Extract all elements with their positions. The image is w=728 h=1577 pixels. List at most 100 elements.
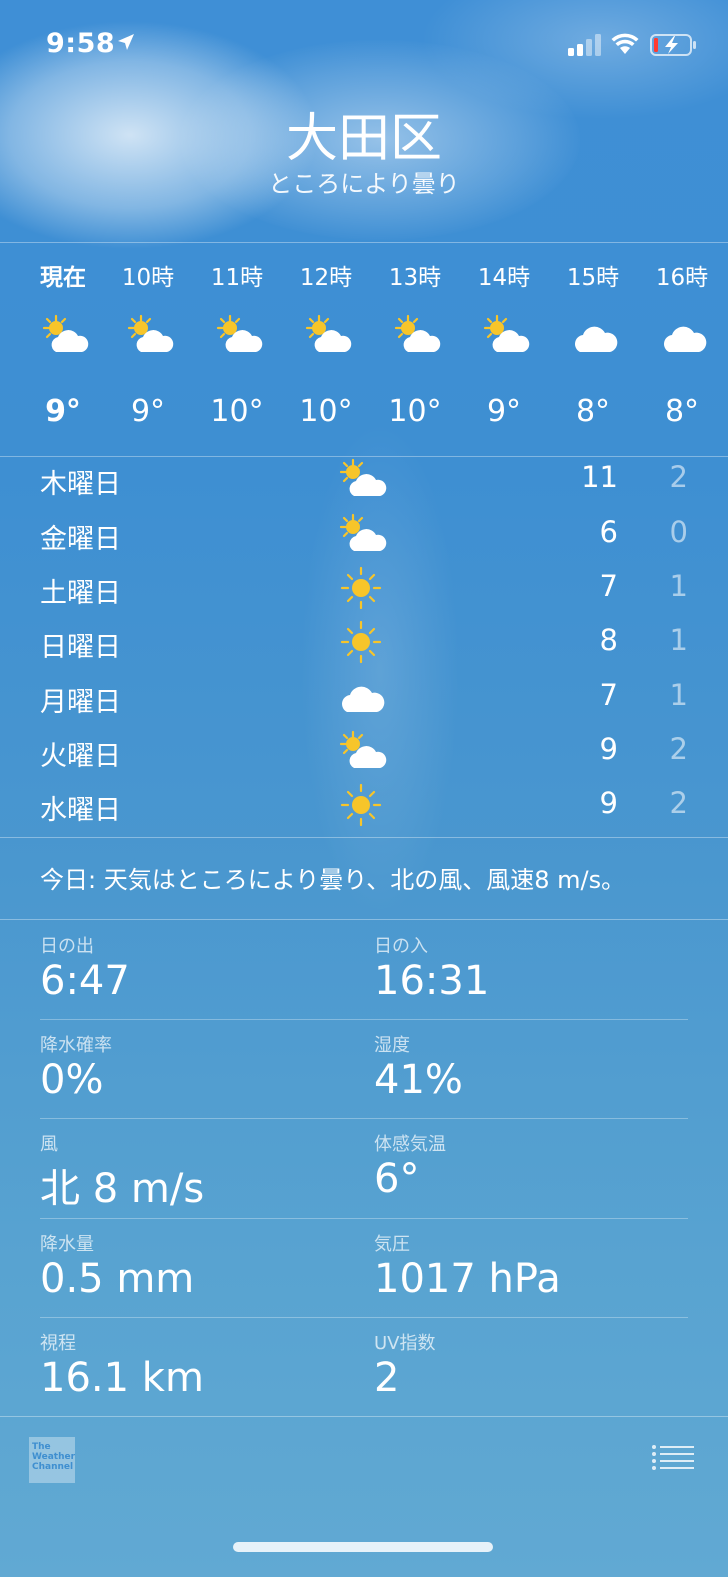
day-high-temp: 6 — [599, 515, 618, 549]
daily-row: 月曜日 7 1 — [0, 670, 728, 724]
detail-label: 風 — [40, 1134, 58, 1155]
partly-cloudy-icon — [483, 314, 530, 352]
location-arrow-icon — [118, 34, 134, 50]
detail-value: 6:47 — [40, 958, 130, 1004]
detail-precip-chance: 降水確率 0% — [40, 1021, 360, 1119]
hour-temperature: 9° — [486, 394, 522, 429]
day-low-temp: 1 — [669, 678, 688, 712]
wifi-icon — [611, 33, 639, 54]
list-icon[interactable] — [651, 1444, 695, 1472]
daily-row: 木曜日 11 2 — [0, 452, 728, 506]
hour-label: 15時 — [566, 265, 620, 291]
detail-label: 降水確率 — [40, 1035, 112, 1056]
current-condition: ところにより曇り — [268, 170, 460, 198]
hourly-item: 16時 8° — [637, 244, 727, 456]
day-high-temp: 9 — [599, 732, 618, 766]
detail-value: 0.5 mm — [40, 1256, 195, 1302]
hour-label: 10時 — [121, 265, 175, 291]
detail-value: 北 8 m/s — [40, 1166, 205, 1212]
partly-cloudy-icon — [339, 730, 387, 768]
divider — [0, 919, 728, 920]
hourly-item: 12時 10° — [281, 244, 371, 456]
detail-sunset: 日の入 16:31 — [374, 922, 694, 1020]
status-bar: 9:58 — [0, 0, 728, 90]
day-low-temp: 2 — [669, 786, 688, 820]
detail-value: 16.1 km — [40, 1355, 204, 1401]
detail-label: 湿度 — [374, 1035, 410, 1056]
day-low-temp: 1 — [669, 623, 688, 657]
partly-cloudy-icon — [339, 458, 387, 496]
hour-temperature: 8° — [575, 394, 611, 429]
partly-cloudy-icon — [305, 314, 352, 352]
day-name: 日曜日 — [40, 632, 121, 663]
day-name: 水曜日 — [40, 795, 121, 826]
day-low-temp: 2 — [669, 732, 688, 766]
detail-sunrise: 日の出 6:47 — [40, 922, 360, 1020]
day-low-temp: 1 — [669, 569, 688, 603]
hourly-item: 14時 9° — [459, 244, 549, 456]
cloud-icon — [575, 326, 618, 352]
hour-label: 14時 — [477, 265, 531, 291]
detail-label: 視程 — [40, 1333, 76, 1354]
cellular-signal-icon — [568, 34, 601, 56]
hourly-item: 10時 9° — [103, 244, 193, 456]
day-high-temp: 8 — [599, 623, 618, 657]
detail-precipitation: 降水量 0.5 mm — [40, 1220, 360, 1318]
divider — [40, 1019, 688, 1020]
home-indicator[interactable] — [233, 1542, 493, 1552]
daily-row: 日曜日 8 1 — [0, 615, 728, 669]
detail-label: 気圧 — [374, 1234, 410, 1255]
logo-text: Weather — [32, 1452, 76, 1462]
day-high-temp: 11 — [581, 460, 618, 494]
hour-label: 現在 — [40, 265, 86, 291]
partly-cloudy-icon — [216, 314, 263, 352]
partly-cloudy-icon — [394, 314, 441, 352]
detail-visibility: 視程 16.1 km — [40, 1319, 360, 1417]
divider — [40, 1218, 688, 1219]
hour-label: 16時 — [655, 265, 709, 291]
hour-temperature: 10° — [210, 394, 264, 429]
hourly-forecast[interactable]: 現在 9° 10時 9° 11時 10° 12時 10° 13時 10° 14時… — [0, 244, 728, 456]
detail-wind: 風 北 8 m/s — [40, 1120, 360, 1218]
hourly-item: 現在 9° — [18, 244, 108, 456]
detail-label: 降水量 — [40, 1234, 94, 1255]
detail-pressure: 気圧 1017 hPa — [374, 1220, 694, 1318]
divider — [0, 1416, 728, 1417]
detail-value: 0% — [40, 1057, 104, 1103]
daily-row: 水曜日 9 2 — [0, 778, 728, 832]
detail-value: 41% — [374, 1057, 463, 1103]
divider — [0, 837, 728, 838]
day-high-temp: 9 — [599, 786, 618, 820]
day-high-temp: 7 — [599, 678, 618, 712]
status-time: 9:58 — [46, 28, 116, 59]
hour-temperature: 9° — [45, 394, 81, 429]
weather-channel-logo[interactable]: The Weather Channel — [29, 1437, 75, 1483]
hour-label: 12時 — [299, 265, 353, 291]
sun-icon — [340, 784, 382, 826]
hour-label: 13時 — [388, 265, 442, 291]
detail-value: 6° — [374, 1156, 420, 1202]
hourly-item: 13時 10° — [370, 244, 460, 456]
day-name: 木曜日 — [40, 469, 121, 500]
hour-label: 11時 — [210, 265, 264, 291]
hour-temperature: 10° — [388, 394, 442, 429]
weather-screen: 9:58 大田区 ところにより曇り 現在 9° 10時 9° 11時 10° 1… — [0, 0, 728, 1577]
detail-value: 2 — [374, 1355, 400, 1401]
daily-row: 火曜日 9 2 — [0, 724, 728, 778]
hour-temperature: 10° — [299, 394, 353, 429]
detail-feels-like: 体感気温 6° — [374, 1120, 694, 1218]
day-name: 月曜日 — [40, 687, 121, 718]
detail-value: 1017 hPa — [374, 1256, 561, 1302]
detail-uv-index: UV指数 2 — [374, 1319, 694, 1417]
hour-temperature: 9° — [130, 394, 166, 429]
sun-icon — [340, 567, 382, 609]
hour-temperature: 8° — [664, 394, 700, 429]
detail-label: 日の入 — [374, 936, 428, 957]
today-summary: 今日: 天気はところにより曇り、北の風、風速8 m/s。 — [40, 866, 626, 894]
daily-row: 金曜日 6 0 — [0, 507, 728, 561]
detail-label: UV指数 — [374, 1333, 436, 1354]
hourly-item: 15時 8° — [548, 244, 638, 456]
detail-humidity: 湿度 41% — [374, 1021, 694, 1119]
day-name: 土曜日 — [40, 578, 121, 609]
divider — [0, 242, 728, 243]
